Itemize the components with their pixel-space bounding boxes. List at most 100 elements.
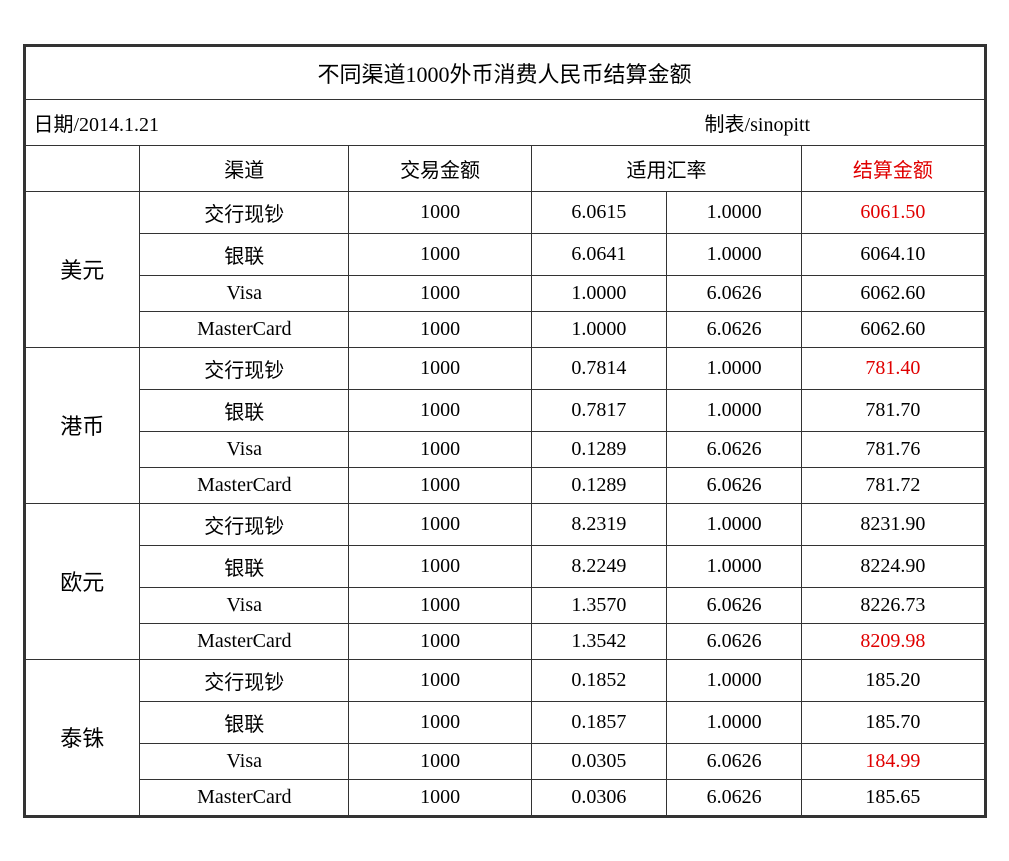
rate1: 1.3570 (531, 587, 666, 623)
rate1: 6.0641 (531, 233, 666, 275)
table-row: 银联10006.06411.00006064.10 (25, 233, 984, 275)
table-row: 欧元交行现钞10008.23191.00008231.90 (25, 503, 984, 545)
settlement: 185.20 (802, 659, 984, 701)
rate2: 1.0000 (666, 389, 801, 431)
channel: Visa (140, 587, 349, 623)
header-col4: 适用汇率 (531, 145, 802, 191)
currency-name: 港币 (25, 347, 140, 503)
rate2: 6.0626 (666, 779, 801, 815)
rate2: 1.0000 (666, 503, 801, 545)
currency-name: 欧元 (25, 503, 140, 659)
title-row: 不同渠道1000外币消费人民币结算金额 (25, 46, 984, 99)
rate2: 1.0000 (666, 233, 801, 275)
main-title: 不同渠道1000外币消费人民币结算金额 (25, 46, 984, 99)
amount: 1000 (349, 623, 531, 659)
amount: 1000 (349, 275, 531, 311)
channel: 银联 (140, 701, 349, 743)
rate2: 6.0626 (666, 431, 801, 467)
rate2: 1.0000 (666, 347, 801, 389)
channel: 交行现钞 (140, 191, 349, 233)
rate1: 0.0306 (531, 779, 666, 815)
rate1: 0.1289 (531, 467, 666, 503)
amount: 1000 (349, 743, 531, 779)
header-col1 (25, 145, 140, 191)
table-row: 美元交行现钞10006.06151.00006061.50 (25, 191, 984, 233)
subtitle-row: 日期/2014.1.21 制表/sinopitt (25, 99, 984, 145)
rate2: 1.0000 (666, 545, 801, 587)
rate2: 1.0000 (666, 659, 801, 701)
maker-label: 制表/sinopitt (531, 99, 984, 145)
amount: 1000 (349, 431, 531, 467)
channel: MasterCard (140, 623, 349, 659)
amount: 1000 (349, 545, 531, 587)
rate2: 6.0626 (666, 587, 801, 623)
rate1: 0.1289 (531, 431, 666, 467)
amount: 1000 (349, 659, 531, 701)
date-label: 日期/2014.1.21 (25, 99, 531, 145)
settlement: 185.65 (802, 779, 984, 815)
settlement: 8231.90 (802, 503, 984, 545)
currency-name: 泰铢 (25, 659, 140, 815)
channel: MasterCard (140, 779, 349, 815)
settlement: 6062.60 (802, 275, 984, 311)
table-row: 银联10008.22491.00008224.90 (25, 545, 984, 587)
rate1: 6.0615 (531, 191, 666, 233)
amount: 1000 (349, 587, 531, 623)
rate2: 1.0000 (666, 701, 801, 743)
settlement: 781.72 (802, 467, 984, 503)
rate2: 6.0626 (666, 275, 801, 311)
channel: Visa (140, 431, 349, 467)
amount: 1000 (349, 347, 531, 389)
amount: 1000 (349, 701, 531, 743)
rate1: 0.0305 (531, 743, 666, 779)
table-row: 银联10000.18571.0000185.70 (25, 701, 984, 743)
header-col2: 渠道 (140, 145, 349, 191)
channel: MasterCard (140, 311, 349, 347)
table-row: Visa10001.35706.06268226.73 (25, 587, 984, 623)
table-container: 不同渠道1000外币消费人民币结算金额 日期/2014.1.21 制表/sino… (23, 44, 987, 818)
settlement: 781.76 (802, 431, 984, 467)
rate1: 8.2319 (531, 503, 666, 545)
table-row: 港币交行现钞10000.78141.0000781.40 (25, 347, 984, 389)
rate2: 6.0626 (666, 311, 801, 347)
channel: MasterCard (140, 467, 349, 503)
table-row: MasterCard10001.00006.06266062.60 (25, 311, 984, 347)
rate1: 0.1852 (531, 659, 666, 701)
rate2: 1.0000 (666, 191, 801, 233)
rate2: 6.0626 (666, 623, 801, 659)
settlement: 8209.98 (802, 623, 984, 659)
header-row: 渠道 交易金额 适用汇率 结算金额 (25, 145, 984, 191)
channel: 银联 (140, 389, 349, 431)
settlement: 6061.50 (802, 191, 984, 233)
currency-name: 美元 (25, 191, 140, 347)
table-row: MasterCard10001.35426.06268209.98 (25, 623, 984, 659)
rate1: 1.0000 (531, 275, 666, 311)
amount: 1000 (349, 233, 531, 275)
channel: 银联 (140, 233, 349, 275)
settlement: 6064.10 (802, 233, 984, 275)
settlement: 8226.73 (802, 587, 984, 623)
rate1: 0.7814 (531, 347, 666, 389)
rate1: 8.2249 (531, 545, 666, 587)
channel: 交行现钞 (140, 659, 349, 701)
channel: 银联 (140, 545, 349, 587)
settlement: 6062.60 (802, 311, 984, 347)
amount: 1000 (349, 503, 531, 545)
table-row: MasterCard10000.03066.0626185.65 (25, 779, 984, 815)
channel: Visa (140, 275, 349, 311)
table-row: Visa10000.03056.0626184.99 (25, 743, 984, 779)
amount: 1000 (349, 467, 531, 503)
rate2: 6.0626 (666, 467, 801, 503)
settlement: 8224.90 (802, 545, 984, 587)
settlement: 781.40 (802, 347, 984, 389)
rate2: 6.0626 (666, 743, 801, 779)
rate1: 0.7817 (531, 389, 666, 431)
table-row: MasterCard10000.12896.0626781.72 (25, 467, 984, 503)
rate1: 1.3542 (531, 623, 666, 659)
settlement: 184.99 (802, 743, 984, 779)
header-col5: 结算金额 (802, 145, 984, 191)
rate1: 0.1857 (531, 701, 666, 743)
channel: 交行现钞 (140, 503, 349, 545)
amount: 1000 (349, 389, 531, 431)
amount: 1000 (349, 779, 531, 815)
